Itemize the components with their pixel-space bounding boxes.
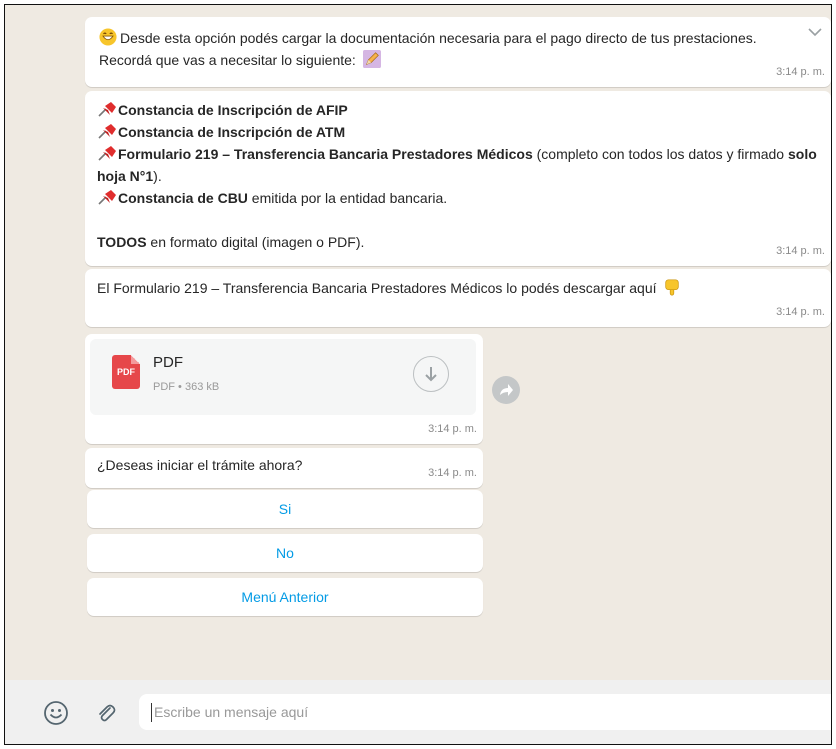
quick-reply-si[interactable]: Si bbox=[87, 490, 483, 528]
requirement-cbu: Constancia de CBU bbox=[118, 190, 248, 206]
pushpin-icon bbox=[98, 124, 116, 139]
chevron-down-icon[interactable] bbox=[807, 27, 823, 37]
forward-icon bbox=[500, 384, 513, 396]
message-requirements[interactable]: Constancia de Inscripción de AFIP Consta… bbox=[85, 91, 831, 266]
download-arrow-icon bbox=[425, 367, 437, 382]
message-input[interactable]: Escribe un mensaje aquí bbox=[139, 694, 831, 730]
text-caret bbox=[151, 703, 152, 722]
message-time: 3:14 p. m. bbox=[776, 245, 825, 257]
requirement-item: Constancia de Inscripción de ATM bbox=[97, 121, 817, 143]
requirement-footer-text: en formato digital (imagen o PDF). bbox=[146, 234, 365, 250]
requirement-cbu-detail: emitida por la entidad bancaria. bbox=[247, 190, 448, 206]
requirement-item: Constancia de Inscripción de AFIP bbox=[97, 99, 817, 121]
requirement-form-219-end: ). bbox=[153, 168, 162, 184]
message-time: 3:14 p. m. bbox=[428, 467, 477, 479]
requirement-form-219: Formulario 219 – Transferencia Bancaria … bbox=[118, 146, 533, 162]
download-button[interactable] bbox=[413, 356, 449, 392]
message-question[interactable]: ¿Deseas iniciar el trámite ahora? 3:14 p… bbox=[85, 448, 483, 488]
requirement-item: Constancia de CBU emitida por la entidad… bbox=[97, 187, 817, 209]
paperclip-icon[interactable] bbox=[93, 700, 119, 726]
message-list[interactable]: Desde esta opción podés cargar la docume… bbox=[5, 5, 831, 680]
message-intro-text: Desde esta opción podés cargar la docume… bbox=[99, 30, 757, 68]
quick-reply-no[interactable]: No bbox=[87, 534, 483, 572]
forward-button[interactable] bbox=[492, 376, 520, 404]
pushpin-icon bbox=[98, 102, 116, 117]
message-time: 3:14 p. m. bbox=[776, 66, 825, 78]
message-question-text: ¿Deseas iniciar el trámite ahora? bbox=[97, 457, 303, 473]
pencil-icon bbox=[362, 50, 381, 68]
message-document[interactable]: PDF PDF PDF • 363 kB 3:14 p. m. bbox=[85, 334, 483, 444]
pointing-down-icon bbox=[665, 279, 680, 296]
requirement-afip: Constancia de Inscripción de AFIP bbox=[118, 102, 348, 118]
message-input-placeholder: Escribe un mensaje aquí bbox=[154, 704, 309, 720]
requirement-item: Formulario 219 – Transferencia Bancaria … bbox=[97, 143, 817, 187]
composer-bar: Escribe un mensaje aquí bbox=[5, 680, 831, 744]
message-time: 3:14 p. m. bbox=[776, 306, 825, 318]
chat-window: Desde esta opción podés cargar la docume… bbox=[4, 4, 832, 745]
requirement-footer: TODOS en formato digital (imagen o PDF). bbox=[97, 231, 817, 253]
emoji-icon[interactable] bbox=[43, 700, 69, 726]
pdf-file-icon: PDF bbox=[112, 355, 140, 389]
document-card[interactable]: PDF PDF PDF • 363 kB bbox=[90, 339, 476, 415]
message-intro[interactable]: Desde esta opción podés cargar la docume… bbox=[85, 17, 831, 87]
requirement-form-219-detail: (completo con todos los datos y firmado bbox=[532, 146, 788, 162]
requirement-footer-bold: TODOS bbox=[97, 234, 147, 250]
message-time: 3:14 p. m. bbox=[428, 423, 477, 435]
document-meta: PDF • 363 kB bbox=[153, 381, 220, 393]
message-download[interactable]: El Formulario 219 – Transferencia Bancar… bbox=[85, 269, 831, 327]
quick-reply-menu-anterior[interactable]: Menú Anterior bbox=[87, 578, 483, 616]
document-name: PDF bbox=[153, 354, 183, 371]
pushpin-icon bbox=[98, 146, 116, 161]
pushpin-icon bbox=[98, 190, 116, 205]
message-download-text: El Formulario 219 – Transferencia Bancar… bbox=[97, 280, 657, 296]
grinning-face-icon bbox=[99, 28, 117, 46]
requirement-atm: Constancia de Inscripción de ATM bbox=[118, 124, 346, 140]
